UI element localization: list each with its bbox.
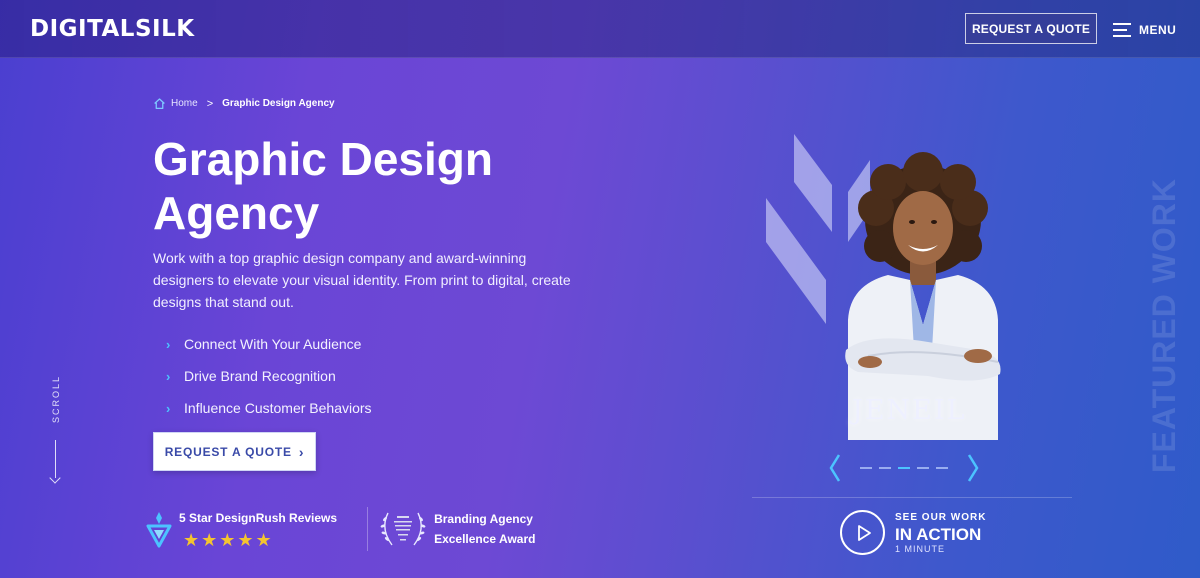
breadcrumb-current: Graphic Design Agency [222, 98, 335, 109]
featured-work-showcase[interactable]: JENEIL [760, 130, 1030, 440]
feature-text: Drive Brand Recognition [184, 368, 336, 384]
menu-label: MENU [1139, 23, 1177, 37]
showcase-slider-controls [826, 452, 986, 484]
play-button[interactable] [840, 510, 885, 555]
designrush-logo-icon [146, 512, 172, 548]
awards-divider [367, 507, 369, 551]
feature-item: › Connect With Your Audience [166, 328, 372, 360]
scroll-indicator[interactable]: SCROLL [46, 374, 66, 488]
slide-indicator-5[interactable] [936, 467, 948, 469]
top-navigation-bar: DIGITALSILK REQUEST A QUOTE MENU [0, 0, 1200, 58]
feature-text: Connect With Your Audience [184, 336, 362, 352]
chevron-right-icon: › [298, 443, 305, 460]
chevron-right-icon: › [166, 336, 171, 352]
rating-stars: ★★★★★ [183, 530, 274, 550]
request-quote-button[interactable]: REQUEST A QUOTE › [153, 432, 316, 471]
jeneil-brand-mark: JENEIL [852, 395, 967, 426]
request-quote-label: REQUEST A QUOTE [164, 444, 292, 459]
branding-award: Branding Agency Excellence Award [378, 507, 535, 551]
chevron-right-icon[interactable] [964, 452, 982, 484]
featured-work-label: FEATURED WORK [1140, 177, 1190, 472]
page-title: Graphic Design Agency [153, 133, 493, 239]
play-icon [857, 524, 871, 541]
laurel-wreath-icon [380, 512, 426, 546]
featured-work-text: FEATURED WORK [1146, 177, 1183, 473]
video-duration: 1 MINUTE [895, 543, 946, 554]
slide-indicator-3[interactable] [898, 467, 910, 469]
awards-row: 5 Star DesignRush Reviews ★★★★★ Branding… [145, 505, 535, 553]
breadcrumb-home-link[interactable]: Home [171, 98, 198, 109]
feature-list: › Connect With Your Audience › Drive Bra… [166, 328, 372, 424]
hamburger-icon [1113, 23, 1131, 37]
breadcrumb-separator: > [206, 97, 214, 110]
see-our-work-video-button[interactable]: SEE OUR WORK IN ACTION 1 MINUTE [840, 510, 986, 555]
chevron-left-icon[interactable] [826, 452, 844, 484]
request-quote-header-button[interactable]: REQUEST A QUOTE [965, 13, 1097, 44]
designrush-award-text: 5 Star DesignRush Reviews [179, 511, 338, 525]
branding-award-line1: Branding Agency [434, 512, 533, 526]
feature-item: › Drive Brand Recognition [166, 360, 372, 392]
menu-button[interactable]: MENU [1113, 20, 1176, 40]
hero-description: Work with a top graphic design company a… [153, 250, 571, 310]
site-logo[interactable]: DIGITALSILK [30, 16, 195, 42]
feature-item: › Influence Customer Behaviors [166, 392, 372, 424]
slide-indicator-2[interactable] [879, 467, 891, 469]
see-work-line1: SEE OUR WORK [895, 511, 987, 523]
slide-indicator-4[interactable] [917, 467, 929, 469]
arrow-down-icon [49, 472, 61, 484]
scroll-label: SCROLL [51, 374, 61, 423]
feature-text: Influence Customer Behaviors [184, 400, 372, 416]
breadcrumb: Home > Graphic Design Agency [153, 97, 335, 110]
designrush-award: 5 Star DesignRush Reviews ★★★★★ [145, 508, 337, 550]
slide-indicator-1[interactable] [860, 467, 872, 469]
chevron-right-icon: › [166, 368, 171, 384]
section-divider [752, 497, 1072, 498]
home-icon [154, 98, 165, 110]
chevron-right-icon: › [166, 400, 171, 416]
see-work-line2: IN ACTION [895, 524, 982, 544]
branding-award-line2: Excellence Award [434, 532, 536, 546]
